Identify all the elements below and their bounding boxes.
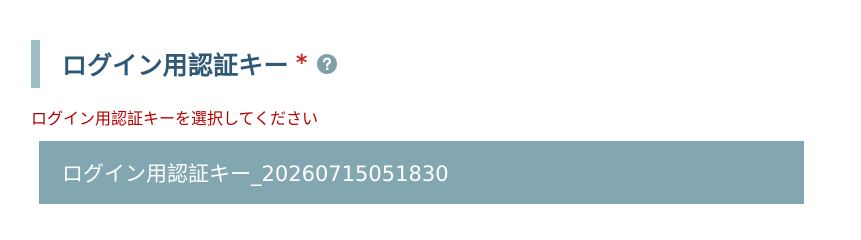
- login-auth-key-section: ログイン用認証キー * ログイン用認証キーを選択してください ログイン用認証キー…: [0, 0, 861, 238]
- question-circle-icon[interactable]: [317, 54, 338, 74]
- auth-key-select[interactable]: ログイン用認証キー_20260715051830: [39, 141, 804, 204]
- heading-accent-bar: [31, 40, 40, 88]
- validation-error: ログイン用認証キーを選択してください: [31, 109, 319, 128]
- field-heading: ログイン用認証キー *: [31, 40, 338, 88]
- required-marker: *: [295, 51, 308, 76]
- selected-auth-key: ログイン用認証キー_20260715051830: [62, 161, 449, 186]
- field-title: ログイン用認証キー: [62, 51, 289, 80]
